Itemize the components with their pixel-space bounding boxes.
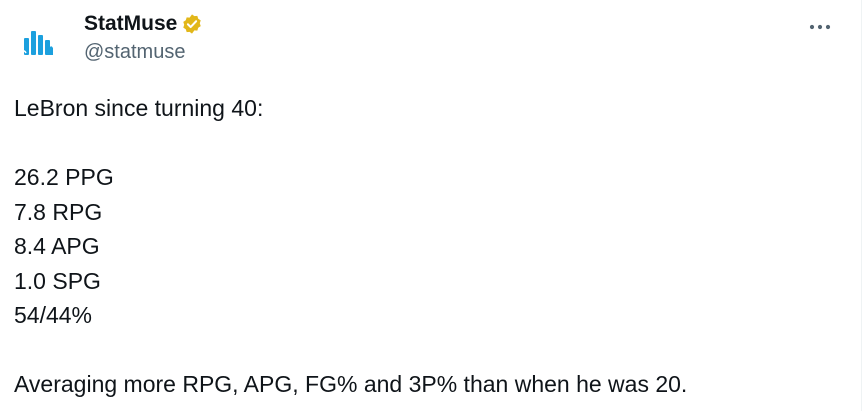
- more-options-icon: [809, 24, 831, 30]
- stat-line: 8.4 APG: [14, 233, 100, 259]
- display-name-row: StatMuse: [84, 10, 203, 38]
- more-options-button[interactable]: [805, 12, 835, 42]
- stat-line: 26.2 PPG: [14, 164, 114, 190]
- statmuse-logo-icon: [21, 31, 53, 55]
- stat-line: 1.0 SPG: [14, 267, 101, 294]
- stat-line: 54/44%: [14, 302, 93, 328]
- verified-badge-icon[interactable]: [181, 13, 203, 35]
- display-name[interactable]: StatMuse: [84, 12, 177, 36]
- author-handle[interactable]: @statmuse: [84, 41, 203, 64]
- author-names: StatMuse @statmuse: [84, 10, 203, 64]
- tweet-closing: Averaging more RPG, APG, FG% and 3P% tha…: [14, 371, 688, 397]
- tweet-text: LeBron since turning 40: 26.2 PPG 7.8 RP…: [14, 91, 687, 402]
- avatar[interactable]: [14, 18, 62, 66]
- tweet-card: StatMuse @statmuse LeBron since turning …: [0, 0, 862, 411]
- tweet-intro: LeBron since turning 40:: [14, 95, 264, 121]
- stat-line: 7.8 RPG: [14, 198, 103, 225]
